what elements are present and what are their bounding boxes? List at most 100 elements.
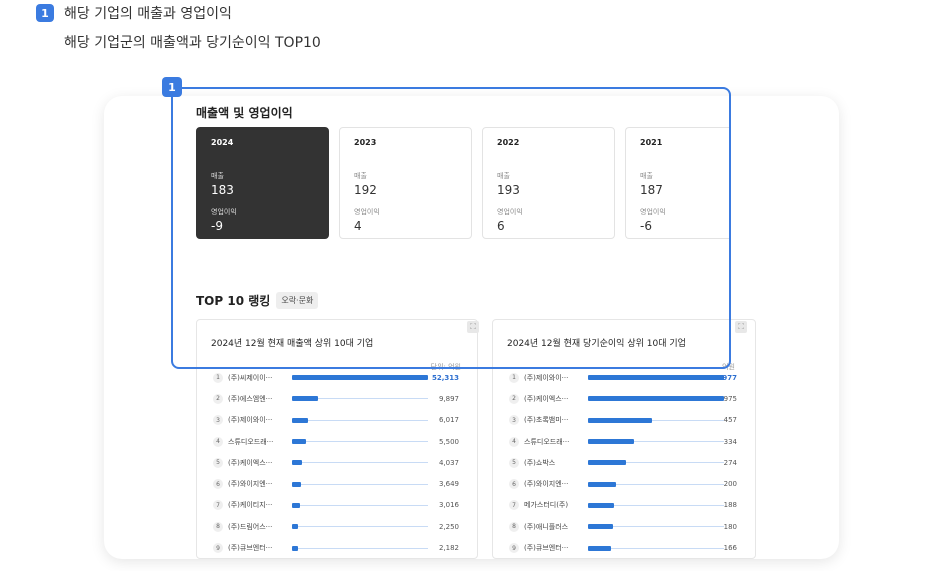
sales-value: 187	[640, 183, 663, 197]
bar-track	[588, 481, 724, 487]
step-number-badge: 1	[36, 4, 54, 22]
bar-track	[588, 545, 724, 551]
year-card-2024[interactable]: 2024 매출 183 영업이익 -9	[196, 127, 329, 239]
ranking-row[interactable]: 4 스튜디오드래··· 5,500	[213, 431, 459, 452]
value-label: 977	[722, 373, 737, 382]
bar-track	[292, 375, 428, 381]
sales-label: 매출	[497, 172, 510, 180]
operating-profit-label: 영업이익	[640, 208, 666, 216]
ranking-row[interactable]: 2 (주)에스엠엔··· 9,897	[213, 388, 459, 409]
ranking-row[interactable]: 8 (주)드림어스··· 2,250	[213, 516, 459, 537]
expand-icon[interactable]: ⛶	[467, 321, 479, 333]
bar-track	[292, 396, 428, 402]
sales-value: 192	[354, 183, 377, 197]
rank-number: 9	[213, 543, 223, 554]
year-card-2021[interactable]: 2021 매출 187 영업이익 -6	[625, 127, 731, 239]
ranking-list: 1 (주)씨제이이··· 52,313 2 (주)에스엠엔··· 9,897 3 (주)제이와…	[213, 367, 459, 558]
ranking-row[interactable]: 2 (주)케이엑스··· 975	[509, 388, 737, 409]
rank-number: 5	[509, 457, 519, 468]
year-card-2023[interactable]: 2023 매출 192 영업이익 4	[339, 127, 472, 239]
rank-number: 5	[213, 457, 223, 468]
operating-profit-value: 6	[497, 219, 505, 233]
rank-number: 8	[509, 521, 519, 532]
ranking-row[interactable]: 5 (주)케이엑스··· 4,037	[213, 452, 459, 473]
value-label: 52,313	[431, 373, 459, 382]
value-bar	[292, 375, 428, 381]
company-name: 스튜디오드래···	[524, 437, 570, 446]
panel-title: 2024년 12월 현재 매출액 상위 10대 기업	[211, 339, 374, 349]
intro-line-1: 해당 기업의 매출과 영업이익	[64, 6, 232, 22]
ranking-row[interactable]: 5 (주)쇼박스 274	[509, 452, 737, 473]
ranking-row[interactable]: 7 메가스터디(주) 188	[509, 495, 737, 516]
bar-baseline	[292, 483, 428, 485]
top10-title-text: TOP 10 랭킹	[196, 294, 271, 308]
company-name: (주)에스엠엔···	[228, 394, 273, 403]
ranking-row[interactable]: 6 (주)와이지엔··· 3,649	[213, 473, 459, 494]
ranking-row[interactable]: 6 (주)와이지엔··· 200	[509, 473, 737, 494]
company-name: (주)케이엑스···	[524, 394, 569, 403]
ranking-row[interactable]: 4 스튜디오드래··· 334	[509, 431, 737, 452]
company-name: 메가스터디(주)	[524, 501, 569, 510]
sales-label: 매출	[354, 172, 367, 180]
value-bar	[588, 524, 614, 530]
value-bar	[292, 396, 318, 402]
company-name: (주)씨제이이···	[228, 373, 273, 382]
value-label: 975	[723, 394, 737, 403]
ranking-row[interactable]: 3 (주)초록뱀미··· 457	[509, 410, 737, 431]
rank-number: 2	[213, 393, 223, 404]
value-bar	[292, 481, 302, 487]
value-bar	[588, 545, 612, 551]
year-label: 2021	[640, 138, 663, 147]
ranking-row[interactable]: 9 (주)큐브엔터··· 166	[509, 537, 737, 558]
sales-label: 매출	[640, 172, 653, 180]
operating-profit-label: 영업이익	[211, 208, 237, 216]
value-bar	[588, 502, 615, 508]
company-name: (주)케이엑스···	[228, 458, 273, 467]
company-name: (주)초록뱀미···	[524, 416, 569, 425]
value-label: 2,182	[438, 544, 459, 553]
value-bar	[588, 417, 652, 423]
rank-number: 6	[213, 479, 223, 490]
value-label: 3,649	[438, 480, 459, 489]
ranking-row[interactable]: 7 (주)케이티지··· 3,016	[213, 495, 459, 516]
bar-track	[588, 396, 724, 402]
intro-line-2: 해당 기업군의 매출액과 당기순이익 TOP10	[64, 35, 321, 51]
value-bar	[588, 460, 627, 466]
year-label: 2023	[354, 138, 377, 147]
rank-number: 1	[509, 372, 519, 383]
rank-number: 8	[213, 521, 223, 532]
value-bar	[292, 417, 308, 423]
bar-track	[588, 439, 724, 445]
ranking-row[interactable]: 9 (주)큐브엔터··· 2,182	[213, 537, 459, 558]
ranking-row[interactable]: 1 (주)제이와이··· 977	[509, 367, 737, 388]
rank-number: 4	[213, 436, 223, 447]
rank-number: 6	[509, 479, 519, 490]
operating-profit-label: 영업이익	[497, 208, 523, 216]
value-label: 457	[723, 416, 737, 425]
ranking-row[interactable]: 3 (주)제이와이··· 6,017	[213, 410, 459, 431]
ranking-row[interactable]: 8 (주)애니플러스 180	[509, 516, 737, 537]
value-label: 4,037	[438, 458, 459, 467]
sales-ranking-panel: 2024년 12월 현재 매출액 상위 10대 기업 단위: 억원 1 (주)씨제…	[196, 319, 478, 559]
company-name: (주)와이지엔···	[524, 480, 569, 489]
bar-baseline	[292, 504, 428, 506]
rank-number: 4	[509, 436, 519, 447]
operating-profit-value: -6	[640, 219, 652, 233]
year-label: 2024	[211, 138, 234, 147]
bar-baseline	[292, 462, 428, 464]
rank-number: 9	[509, 543, 519, 554]
ranking-row[interactable]: 1 (주)씨제이이··· 52,313	[213, 367, 459, 388]
bar-baseline	[292, 419, 428, 421]
year-card-2022[interactable]: 2022 매출 193 영업이익 6	[482, 127, 615, 239]
value-bar	[292, 502, 300, 508]
value-bar	[292, 460, 303, 466]
rank-number: 3	[213, 415, 223, 426]
value-label: 3,016	[438, 501, 459, 510]
net-income-ranking-panel: 2024년 12월 현재 당기순이익 상위 10대 기업 억원 1 (주)제이와이…	[492, 319, 756, 559]
sales-value: 183	[211, 183, 234, 197]
rank-number: 7	[213, 500, 223, 511]
bar-baseline	[292, 547, 428, 549]
expand-icon[interactable]: ⛶	[735, 321, 747, 333]
company-name: 스튜디오드래···	[228, 437, 274, 446]
bar-track	[292, 460, 428, 466]
